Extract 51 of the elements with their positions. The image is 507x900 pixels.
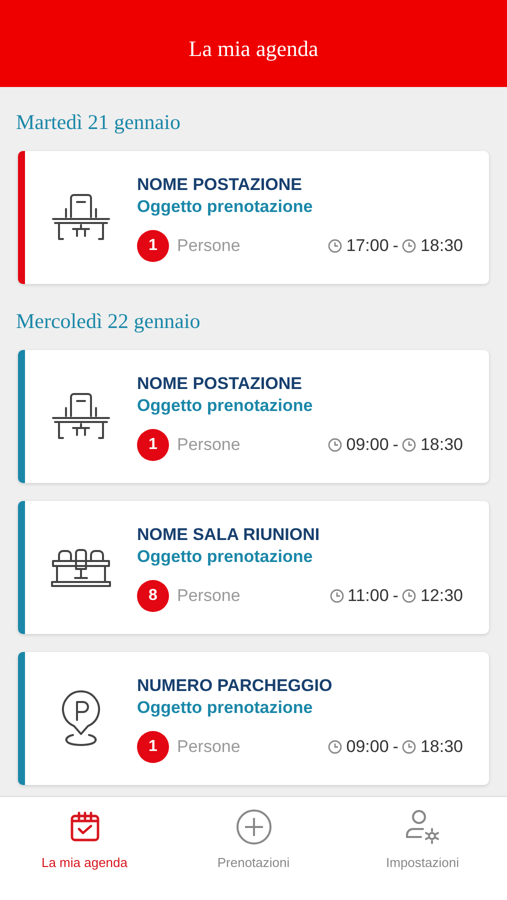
calendar-check-icon (68, 811, 100, 843)
nav-tab[interactable]: La mia agenda (0, 797, 169, 900)
clock-icon (328, 740, 342, 754)
user-settings-icon (404, 809, 440, 845)
clock-icon (402, 588, 416, 602)
nav-tab[interactable]: Impostazioni (338, 797, 507, 900)
people-count: 1 (137, 428, 169, 460)
booking-card[interactable]: NUMERO PARCHEGGIO Oggetto prenotazione 1 Persone 09:00 - 18:30 (18, 652, 489, 785)
parking-pin-icon (59, 690, 103, 748)
day-heading: Martedì 21 gennaio (16, 109, 180, 136)
time-separator: - (392, 234, 398, 257)
meeting-room-icon (49, 546, 113, 588)
people-label: Persone (177, 584, 240, 607)
people-count: 1 (137, 730, 169, 762)
booking-name: NOME SALA RIUNIONI (137, 524, 321, 546)
time-separator: - (392, 434, 398, 456)
booking-name: NOME POSTAZIONE (137, 372, 303, 394)
clock-icon (402, 238, 416, 252)
start-time: 17:00 (346, 234, 389, 257)
time-separator: - (392, 584, 398, 607)
booking-card[interactable]: NOME POSTAZIONE Oggetto prenotazione 1 Persone 09:00 - 18:30 (18, 350, 489, 483)
end-time: 18:30 (420, 234, 463, 257)
people-label: Persone (177, 234, 240, 257)
booking-name: NUMERO PARCHEGGIO (137, 674, 334, 696)
end-time: 18:30 (420, 434, 463, 456)
nav-tab[interactable]: Prenotazioni (169, 797, 338, 900)
plus-circle-icon (236, 809, 272, 845)
clock-icon (328, 238, 342, 252)
booking-card[interactable]: NOME SALA RIUNIONI Oggetto prenotazione 8 Persone 11:00 - 12:30 (18, 501, 489, 634)
booking-subject: Oggetto prenotazione (137, 394, 314, 416)
booking-subject: Oggetto prenotazione (137, 696, 314, 718)
day-heading: Mercoledì 22 gennaio (16, 308, 200, 336)
people-count: 1 (137, 230, 169, 262)
start-time: 11:00 (348, 584, 389, 607)
booking-card[interactable]: NOME POSTAZIONE Oggetto prenotazione 1 Persone 17:00 - 18:30 (18, 151, 489, 284)
booking-subject: Oggetto prenotazione (137, 546, 314, 568)
clock-icon (330, 588, 344, 602)
booking-subject: Oggetto prenotazione (137, 196, 314, 218)
time-separator: - (392, 736, 398, 758)
clock-icon (328, 438, 342, 452)
end-time: 18:30 (420, 736, 463, 758)
start-time: 09:00 (346, 434, 389, 456)
header-title: La mia agenda (188, 35, 318, 63)
people-count: 8 (137, 580, 169, 612)
clock-icon (402, 438, 416, 452)
booking-name: NOME POSTAZIONE (137, 174, 303, 196)
people-label: Persone (177, 434, 240, 456)
end-time: 12:30 (420, 584, 463, 607)
start-time: 09:00 (346, 736, 389, 758)
clock-icon (402, 740, 416, 754)
people-label: Persone (177, 736, 240, 758)
